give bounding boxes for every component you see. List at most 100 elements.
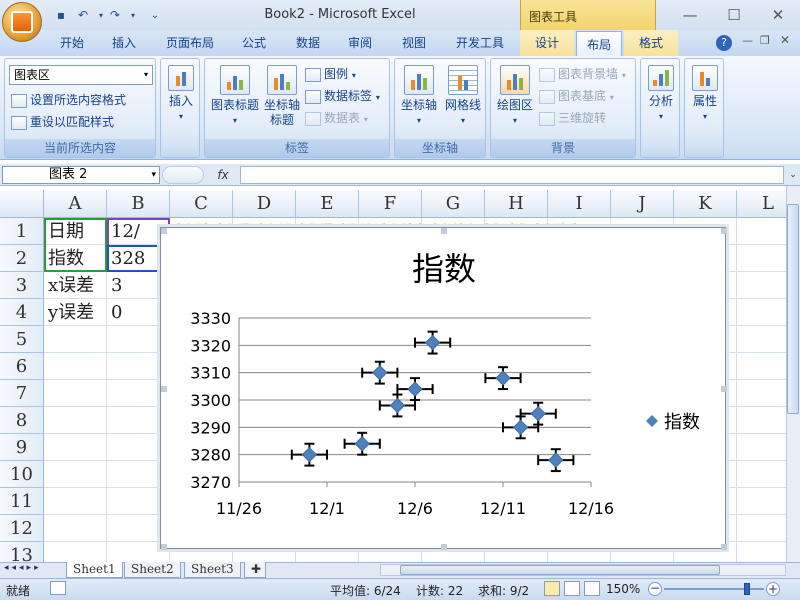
insert-function-button[interactable]: fx (208, 166, 238, 184)
page-layout-view-icon[interactable] (564, 581, 580, 596)
name-box[interactable]: 图表 2 ▾ (2, 166, 160, 184)
tab-page-layout[interactable]: 页面布局 (158, 30, 222, 56)
sheet-nav-arrows-icon[interactable]: ◂◂◂▸▸ (4, 563, 42, 573)
tab-layout[interactable]: 布局 (576, 31, 622, 57)
column-header-f[interactable]: F (359, 190, 422, 218)
row-header-8[interactable]: 8 (0, 407, 44, 434)
tab-review[interactable]: 审阅 (340, 30, 380, 56)
normal-view-icon[interactable] (544, 581, 560, 596)
undo-icon[interactable]: ↶ (74, 6, 92, 24)
column-header-k[interactable]: K (674, 190, 737, 218)
column-header-j[interactable]: J (611, 190, 674, 218)
tab-insert[interactable]: 插入 (104, 30, 144, 56)
row-header-4[interactable]: 4 (0, 299, 44, 326)
close-button[interactable]: ✕ (756, 0, 800, 30)
scatter-chart[interactable]: 指数327032803290330033103320333011/26 12/1 1… (161, 228, 727, 550)
column-header-i[interactable]: I (548, 190, 611, 218)
insert-sheet-icon[interactable]: ✚ (244, 562, 266, 578)
tab-format[interactable]: 格式 (624, 30, 678, 56)
page-break-view-icon[interactable] (584, 581, 600, 596)
office-button[interactable] (2, 2, 42, 42)
chart-wall-button[interactable]: 图表背景墙 ▾ (539, 65, 626, 82)
insert-button[interactable]: 插入 ▾ (165, 65, 197, 124)
chart-resize-handle[interactable] (161, 544, 167, 550)
sheet-tab-3[interactable]: Sheet3 (184, 562, 241, 578)
formula-input[interactable] (240, 166, 784, 184)
cell-a4[interactable]: y误差 (44, 300, 107, 325)
tab-formulas[interactable]: 公式 (234, 30, 274, 56)
save-icon[interactable]: ▪ (52, 6, 70, 24)
tab-design[interactable]: 设计 (520, 30, 574, 56)
zoom-slider-thumb[interactable] (744, 583, 750, 595)
minimize-button[interactable]: — (668, 0, 712, 30)
macro-record-icon[interactable] (50, 581, 66, 595)
column-header-a[interactable]: A (44, 190, 107, 218)
row-header-7[interactable]: 7 (0, 380, 44, 407)
zoom-in-icon[interactable]: + (766, 582, 780, 596)
row-header-6[interactable]: 6 (0, 353, 44, 380)
tab-home[interactable]: 开始 (52, 30, 92, 56)
row-header-5[interactable]: 5 (0, 326, 44, 353)
chart-resize-handle[interactable] (441, 228, 447, 234)
workbook-close-icon[interactable]: ✕ (780, 33, 790, 47)
row-header-12[interactable]: 12 (0, 515, 44, 542)
zoom-out-icon[interactable]: − (648, 582, 662, 596)
chart-floor-button[interactable]: 图表基底 ▾ (539, 87, 614, 104)
reset-style-button[interactable]: 重设以匹配样式 (11, 113, 114, 130)
row-header-13[interactable]: 13 (0, 542, 44, 562)
column-header-g[interactable]: G (422, 190, 485, 218)
tab-developer[interactable]: 开发工具 (448, 30, 512, 56)
formula-bar-splitter[interactable] (162, 166, 204, 184)
row-header-9[interactable]: 9 (0, 434, 44, 461)
sheet-tab-1[interactable]: Sheet1 (66, 562, 123, 578)
column-header-l[interactable]: L (737, 190, 786, 218)
column-header-e[interactable]: E (296, 190, 359, 218)
axes-button[interactable]: 坐标轴 ▾ (397, 65, 441, 128)
zoom-level[interactable]: 150% (606, 582, 640, 596)
column-header-h[interactable]: H (485, 190, 548, 218)
customize-quick-access-icon[interactable]: ⌄ (146, 6, 164, 24)
ribbon-minimize-icon[interactable]: — (742, 34, 753, 47)
cell-a3[interactable]: x误差 (44, 273, 107, 298)
horizontal-scroll-thumb[interactable] (400, 565, 720, 575)
help-icon[interactable]: ? (716, 35, 732, 51)
select-all-button[interactable] (0, 190, 44, 218)
tab-data[interactable]: 数据 (288, 30, 328, 56)
redo-dropdown-icon[interactable]: ▾ (124, 6, 142, 24)
gridlines-button[interactable]: 网格线 ▾ (441, 65, 485, 128)
row-header-1[interactable]: 1 (0, 218, 44, 245)
ribbon-restore-icon[interactable]: ❐ (760, 34, 770, 47)
chart-title-button[interactable]: 图表标题 ▾ (207, 65, 263, 128)
column-header-c[interactable]: C (170, 190, 233, 218)
plot-area-button[interactable]: 绘图区 ▾ (493, 65, 537, 128)
column-header-b[interactable]: B (107, 190, 170, 218)
maximize-button[interactable]: ☐ (712, 0, 756, 30)
row-header-11[interactable]: 11 (0, 488, 44, 515)
chart-resize-handle[interactable] (161, 228, 167, 234)
expand-formula-bar-icon[interactable]: ⌄ (786, 166, 800, 184)
vertical-scroll-thumb[interactable] (787, 204, 799, 414)
properties-label: 属性 (692, 94, 717, 108)
data-labels-button[interactable]: 数据标签 ▾ (305, 87, 380, 104)
chart-element-dropdown[interactable]: 图表区 ▾ (9, 65, 153, 85)
redo-icon[interactable]: ↷ (106, 6, 124, 24)
analysis-button[interactable]: 分析 ▾ (643, 65, 679, 124)
chart-resize-handle[interactable] (721, 544, 727, 550)
row-header-10[interactable]: 10 (0, 461, 44, 488)
data-table-button[interactable]: 数据表 ▾ (305, 109, 368, 126)
row-header-3[interactable]: 3 (0, 272, 44, 299)
row-header-2[interactable]: 2 (0, 245, 44, 272)
format-selection-button[interactable]: 设置所选内容格式 (11, 91, 126, 108)
sheet-tab-2[interactable]: Sheet2 (124, 562, 181, 578)
tab-view[interactable]: 视图 (394, 30, 434, 56)
rotation-3d-button[interactable]: 三维旋转 (539, 109, 606, 126)
chart-resize-handle[interactable] (441, 544, 447, 550)
chart-area[interactable]: 指数 3270 3280 3290 3300 3310 3320 3330 11/26 12/1 1… (160, 227, 727, 550)
chart-resize-handle[interactable] (161, 386, 167, 392)
chart-resize-handle[interactable] (721, 228, 727, 234)
chart-resize-handle[interactable] (721, 386, 727, 392)
axis-title-button[interactable]: 坐标轴标题 (261, 65, 303, 128)
column-header-d[interactable]: D (233, 190, 296, 218)
properties-button[interactable]: 属性 ▾ (687, 65, 723, 124)
legend-button[interactable]: 图例 ▾ (305, 65, 356, 82)
